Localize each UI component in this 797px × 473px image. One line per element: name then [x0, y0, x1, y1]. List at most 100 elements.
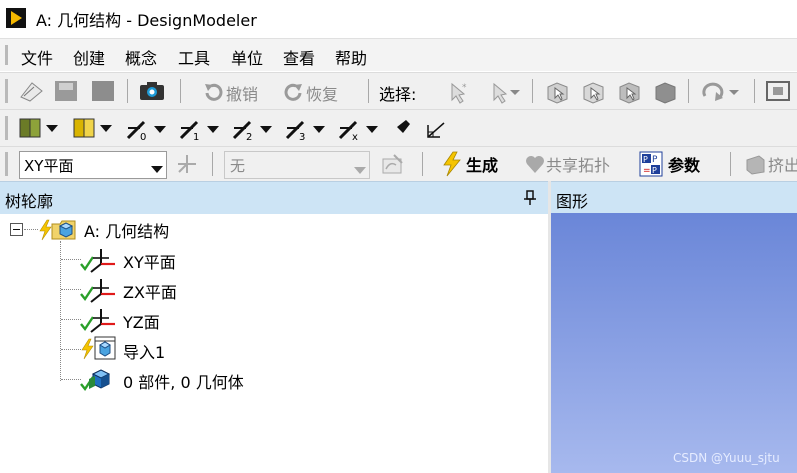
rotate-view-dropdown-icon[interactable] — [699, 80, 743, 108]
chevron-down-icon[interactable] — [354, 161, 366, 179]
tree-outline-title: 树轮廓 — [5, 192, 54, 211]
undo-icon[interactable] — [202, 81, 224, 107]
line-tool-2-icon[interactable]: 2 — [230, 116, 276, 146]
tree-item-xy-plane[interactable]: XY平面 — [123, 249, 176, 273]
separator — [212, 152, 213, 176]
line-tool-3-icon[interactable]: 3 — [283, 116, 329, 146]
svg-text:x: x — [352, 132, 358, 142]
svg-text:2: 2 — [246, 132, 252, 142]
select-filter-dropdown-icon[interactable] — [488, 80, 524, 108]
share-topology-icon[interactable] — [524, 153, 546, 179]
select-bodies-icon[interactable] — [653, 80, 679, 108]
tree-item-import[interactable]: 导入1 — [123, 339, 165, 363]
export-icon[interactable] — [91, 80, 115, 106]
menu-help[interactable]: 帮助 — [335, 45, 367, 69]
tree-connector — [60, 241, 61, 381]
new-plane-icon[interactable] — [174, 152, 200, 180]
menu-create[interactable]: 创建 — [73, 45, 105, 69]
screenshot-camera-icon[interactable] — [138, 79, 166, 107]
window-title: A: 几何结构 - DesignModeler — [36, 11, 257, 30]
select-faces-icon[interactable] — [617, 80, 643, 108]
graphics-title: 图形 — [556, 192, 589, 211]
tree-connector — [61, 379, 81, 380]
menu-concept[interactable]: 概念 — [125, 45, 157, 69]
title-bar: A: 几何结构 - DesignModeler — [0, 0, 797, 36]
tree-item-parts-bodies[interactable]: 0 部件, 0 几何体 — [123, 369, 244, 393]
collapse-icon[interactable] — [10, 222, 23, 240]
menu-grip — [5, 45, 8, 65]
save-icon[interactable] — [54, 80, 78, 106]
parameters-button[interactable]: 参数 — [668, 152, 700, 176]
generate-button[interactable]: 生成 — [466, 152, 498, 176]
svg-text:P: P — [643, 155, 648, 164]
sketch-select[interactable]: 无 — [224, 151, 370, 179]
lightning-status-icon — [80, 338, 94, 364]
tree-root-label[interactable]: A: 几何结构 — [84, 218, 169, 242]
tree-connector — [24, 229, 38, 230]
app-logo-icon — [6, 8, 26, 28]
menu-tools[interactable]: 工具 — [178, 45, 210, 69]
svg-text:3: 3 — [299, 132, 305, 142]
svg-text:1: 1 — [193, 132, 199, 142]
extrude-icon[interactable] — [744, 152, 766, 180]
menu-file[interactable]: 文件 — [21, 45, 53, 69]
geometry-folder-icon — [51, 217, 77, 245]
share-topology-button[interactable]: 共享拓扑 — [546, 152, 610, 176]
select-mode-icon[interactable]: * — [446, 80, 472, 108]
select-edges-icon[interactable] — [581, 80, 607, 108]
separator — [730, 152, 731, 176]
chevron-down-icon[interactable] — [151, 160, 163, 178]
redo-button[interactable]: 恢复 — [306, 81, 338, 105]
plane-icon — [79, 246, 119, 278]
line-tool-0-icon[interactable]: 0 — [124, 116, 170, 146]
svg-text:P: P — [652, 155, 658, 165]
line-tool-1-icon[interactable]: 1 — [177, 116, 223, 146]
feature-toolbar: XY平面 无 生成 共享拓扑 P P P = 参数 挤出 — [0, 146, 797, 181]
menu-units[interactable]: 单位 — [231, 45, 263, 69]
select-points-icon[interactable] — [545, 80, 571, 108]
tree-item-yz-plane[interactable]: YZ面 — [123, 309, 160, 333]
import-icon — [94, 335, 118, 365]
svg-text:P: P — [652, 166, 657, 175]
menu-bar: 文件 创建 概念 工具 单位 查看 帮助 — [0, 38, 797, 71]
separator — [688, 79, 689, 103]
graphics-header: 图形 — [551, 181, 797, 214]
line-tool-x-icon[interactable]: x — [336, 116, 382, 146]
pin-point-icon[interactable] — [388, 116, 414, 146]
parts-icon — [79, 366, 119, 398]
svg-text:*: * — [462, 83, 467, 93]
pin-icon[interactable] — [523, 190, 537, 210]
parameters-icon[interactable]: P P P = — [639, 151, 663, 181]
tree-outline-header: 树轮廓 — [0, 181, 548, 214]
plane-icon — [79, 276, 119, 308]
sketch-select-value: 无 — [230, 157, 246, 175]
plane-select-value: XY平面 — [24, 157, 74, 175]
tree-connector — [61, 289, 81, 290]
zoom-fit-icon[interactable] — [764, 79, 792, 107]
menu-view[interactable]: 查看 — [283, 45, 315, 69]
redo-icon[interactable] — [283, 81, 305, 107]
generate-lightning-icon[interactable] — [441, 151, 463, 181]
toolbar-grip — [5, 79, 8, 103]
separator — [368, 79, 369, 103]
display-mode-yellow-dropdown-icon[interactable] — [72, 117, 116, 145]
normal-direction-icon[interactable] — [424, 117, 448, 145]
separator — [532, 79, 533, 103]
lightning-status-icon — [38, 219, 52, 245]
graphics-viewport[interactable] — [551, 213, 797, 473]
main-toolbar: 撤销 恢复 选择: * — [0, 72, 797, 109]
tree-connector — [61, 319, 81, 320]
tree-item-zx-plane[interactable]: ZX平面 — [123, 279, 177, 303]
new-file-icon[interactable] — [18, 79, 44, 107]
undo-button[interactable]: 撤销 — [226, 81, 258, 105]
watermark: CSDN @Yuuu_sjtu — [673, 451, 780, 465]
new-sketch-icon[interactable] — [380, 151, 406, 181]
separator — [180, 79, 181, 103]
toolbar-grip — [5, 152, 8, 176]
separator — [754, 79, 755, 103]
svg-text:=: = — [643, 166, 651, 176]
plane-select[interactable]: XY平面 — [19, 151, 167, 179]
svg-text:0: 0 — [140, 132, 146, 142]
extrude-button[interactable]: 挤出 — [768, 152, 797, 176]
display-mode-green-dropdown-icon[interactable] — [18, 117, 62, 145]
